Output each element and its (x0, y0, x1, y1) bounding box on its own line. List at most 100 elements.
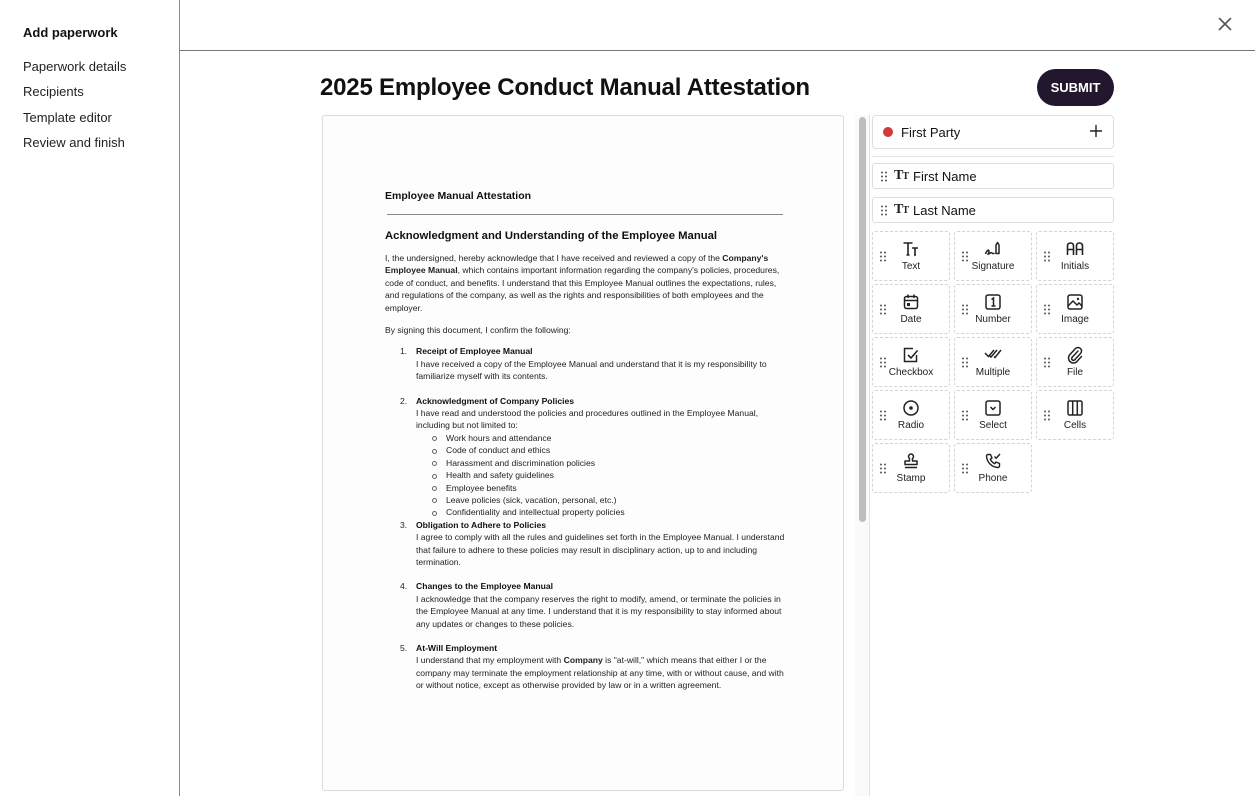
multiple-check-icon (984, 349, 1002, 359)
party-name: First Party (901, 124, 961, 140)
paperclip-icon (1067, 346, 1083, 364)
field-type-cells[interactable]: Cells (1036, 390, 1114, 440)
doc-list: 1. Receipt of Employee Manual I have rec… (400, 345, 785, 691)
sidebar: Add paperwork Paperwork details Recipien… (0, 0, 180, 796)
field-type-label: Checkbox (888, 367, 934, 378)
item-body: I have received a copy of the Employee M… (416, 358, 767, 382)
fields-scrollbar[interactable] (855, 115, 870, 796)
field-type-label: Image (1061, 314, 1089, 325)
item-number: 3. (400, 519, 408, 530)
field-type-initials[interactable]: Initials (1036, 231, 1114, 281)
item-title: Receipt of Employee Manual (416, 346, 533, 357)
bullet-item: Code of conduct and ethics (432, 444, 785, 456)
doc-list-item: 3. Obligation to Adhere to Policies I ag… (400, 519, 785, 569)
close-button[interactable] (1215, 14, 1235, 34)
field-type-text[interactable]: Text (872, 231, 950, 281)
field-type-stamp[interactable]: Stamp (872, 443, 950, 493)
item-number: 5. (400, 642, 408, 653)
field-type-label: Date (900, 314, 922, 325)
field-type-signature[interactable]: Signature (954, 231, 1032, 281)
field-type-label: File (1066, 367, 1084, 378)
item-title: Changes to the Employee Manual (416, 581, 554, 592)
text-icon (903, 242, 918, 256)
field-type-label: Radio (897, 420, 925, 431)
stamp-icon (904, 453, 918, 469)
item-number: 2. (400, 395, 408, 406)
field-type-file[interactable]: File (1036, 337, 1114, 387)
doc-list-item: 4. Changes to the Employee Manual I ackn… (400, 580, 785, 630)
submit-button[interactable]: SUBMIT (1037, 69, 1114, 106)
bullet-item: Leave policies (sick, vacation, personal… (432, 494, 785, 506)
radio-icon (903, 400, 919, 416)
field-type-image[interactable]: Image (1036, 284, 1114, 334)
sidebar-item-template-editor[interactable]: Template editor (23, 110, 126, 135)
doc-divider (387, 214, 783, 215)
drag-handle-icon[interactable] (880, 205, 888, 216)
field-type-phone[interactable]: Phone (954, 443, 1032, 493)
party-selector[interactable]: First Party (872, 115, 1114, 149)
item-title: Obligation to Adhere to Policies (416, 519, 547, 530)
number-icon (985, 294, 1001, 310)
item-number: 4. (400, 581, 408, 592)
text-icon: TT (894, 202, 909, 217)
item-body: I agree to comply with all the rules and… (416, 532, 785, 567)
field-type-label: Cells (1063, 420, 1087, 431)
field-type-label: Initials (1060, 261, 1090, 272)
item-title: At-Will Employment (416, 642, 498, 653)
doc-subheading: Acknowledgment and Understanding of the … (385, 230, 718, 242)
field-first-name[interactable]: TT First Name (872, 163, 1114, 189)
initials-icon (1066, 242, 1084, 255)
top-bar (180, 0, 1255, 51)
field-type-select[interactable]: Select (954, 390, 1032, 440)
bullet-item: Employee benefits (432, 482, 785, 494)
doc-intro-text: I, the undersigned, hereby acknowledge t… (385, 253, 723, 263)
sidebar-title: Add paperwork (23, 25, 118, 40)
field-type-radio[interactable]: Radio (872, 390, 950, 440)
bullet-item: Confidentiality and intellectual propert… (432, 506, 785, 518)
field-type-date[interactable]: Date (872, 284, 950, 334)
scrollbar-thumb[interactable] (859, 117, 866, 522)
text-icon: TT (894, 168, 909, 183)
doc-confirm: By signing this document, I confirm the … (385, 325, 571, 336)
document-preview[interactable]: Employee Manual Attestation Acknowledgme… (322, 115, 844, 791)
checkbox-icon (903, 347, 919, 363)
sidebar-item-paperwork-details[interactable]: Paperwork details (23, 59, 126, 84)
doc-bullets: Work hours and attendance Code of conduc… (432, 432, 785, 519)
doc-list-item: 1. Receipt of Employee Manual I have rec… (400, 345, 785, 382)
item-number: 1. (400, 346, 408, 357)
sidebar-item-recipients[interactable]: Recipients (23, 84, 126, 109)
page-title: 2025 Employee Conduct Manual Attestation (320, 74, 810, 101)
calendar-icon (903, 294, 919, 310)
field-label: Last Name (913, 202, 976, 218)
field-type-label: Text (901, 261, 921, 272)
image-icon (1067, 294, 1083, 310)
item-body: I acknowledge that the company reserves … (416, 593, 782, 629)
field-type-grid: Text Signature Initials Date Number Imag… (872, 231, 1115, 493)
item-title: Acknowledgment of Company Policies (416, 395, 575, 406)
field-type-label: Stamp (896, 473, 926, 484)
panel-divider (872, 156, 1114, 157)
field-type-label: Select (979, 420, 1007, 431)
phone-icon (985, 453, 1001, 469)
field-type-checkbox[interactable]: Checkbox (872, 337, 950, 387)
item-body-text: I understand that my employment with (416, 655, 564, 666)
doc-list-item: 2. Acknowledgment of Company Policies I … (400, 395, 785, 519)
item-body: I have read and understood the policies … (416, 408, 759, 431)
close-icon (1218, 17, 1232, 31)
cells-icon (1067, 400, 1083, 416)
plus-icon[interactable] (1089, 123, 1103, 141)
field-type-label: Phone (978, 473, 1008, 484)
doc-list-item: 5. At-Will Employment I understand that … (400, 642, 785, 692)
drag-handle-icon[interactable] (880, 171, 888, 182)
document-content: Employee Manual Attestation Acknowledgme… (385, 190, 785, 692)
field-type-multiple[interactable]: Multiple (954, 337, 1032, 387)
bullet-item: Harassment and discrimination policies (432, 457, 785, 469)
bullet-item: Work hours and attendance (432, 432, 785, 444)
doc-intro: I, the undersigned, hereby acknowledge t… (385, 252, 785, 314)
field-type-number[interactable]: Number (954, 284, 1032, 334)
field-type-label: Multiple (975, 367, 1011, 378)
party-color-dot (883, 127, 893, 137)
field-last-name[interactable]: TT Last Name (872, 197, 1114, 223)
sidebar-item-review-and-finish[interactable]: Review and finish (23, 135, 126, 160)
item-body: I understand that my employment with Com… (416, 654, 785, 691)
